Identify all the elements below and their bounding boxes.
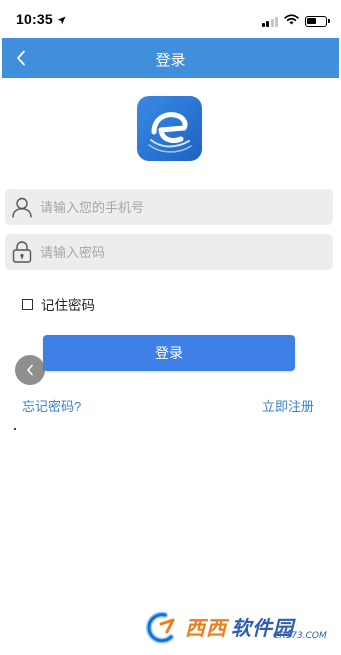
remember-password-checkbox[interactable] (22, 298, 33, 310)
floating-back-button[interactable] (15, 355, 45, 385)
cellular-signal-icon (261, 16, 278, 27)
password-field-row (5, 234, 333, 270)
forgot-password-link[interactable]: 忘记密码? (22, 396, 81, 415)
location-arrow-icon (57, 12, 66, 30)
page-title: 登录 (155, 52, 186, 69)
stray-dot (14, 428, 16, 430)
watermark-logo-icon (143, 610, 185, 646)
lock-icon (8, 238, 36, 266)
login-button[interactable]: 登录 (43, 335, 295, 371)
remember-password-label: 记住密码 (41, 298, 95, 313)
nav-bar: 登录 (2, 38, 339, 78)
watermark-text: 西西 软件园 CR173.COM (185, 610, 327, 646)
watermark-main-part1: 西西 (185, 616, 227, 640)
status-icons (261, 12, 330, 30)
phone-field-row (5, 189, 333, 225)
register-link[interactable]: 立即注册 (262, 396, 314, 415)
user-icon (8, 193, 36, 221)
status-time: 10:35 (16, 11, 53, 27)
watermark-sub-text: CR173.COM (273, 631, 327, 641)
watermark: 西西 软件园 CR173.COM (143, 610, 327, 646)
battery-icon (305, 15, 330, 27)
chevron-left-icon (27, 364, 33, 376)
password-input[interactable] (36, 234, 333, 270)
wifi-icon (284, 12, 299, 30)
status-bar: 10:35 (0, 0, 341, 38)
remember-password-toggle[interactable]: 记住密码 (22, 294, 95, 314)
app-logo (137, 96, 202, 161)
e-app-logo-icon (137, 96, 202, 161)
phone-input[interactable] (36, 189, 333, 225)
